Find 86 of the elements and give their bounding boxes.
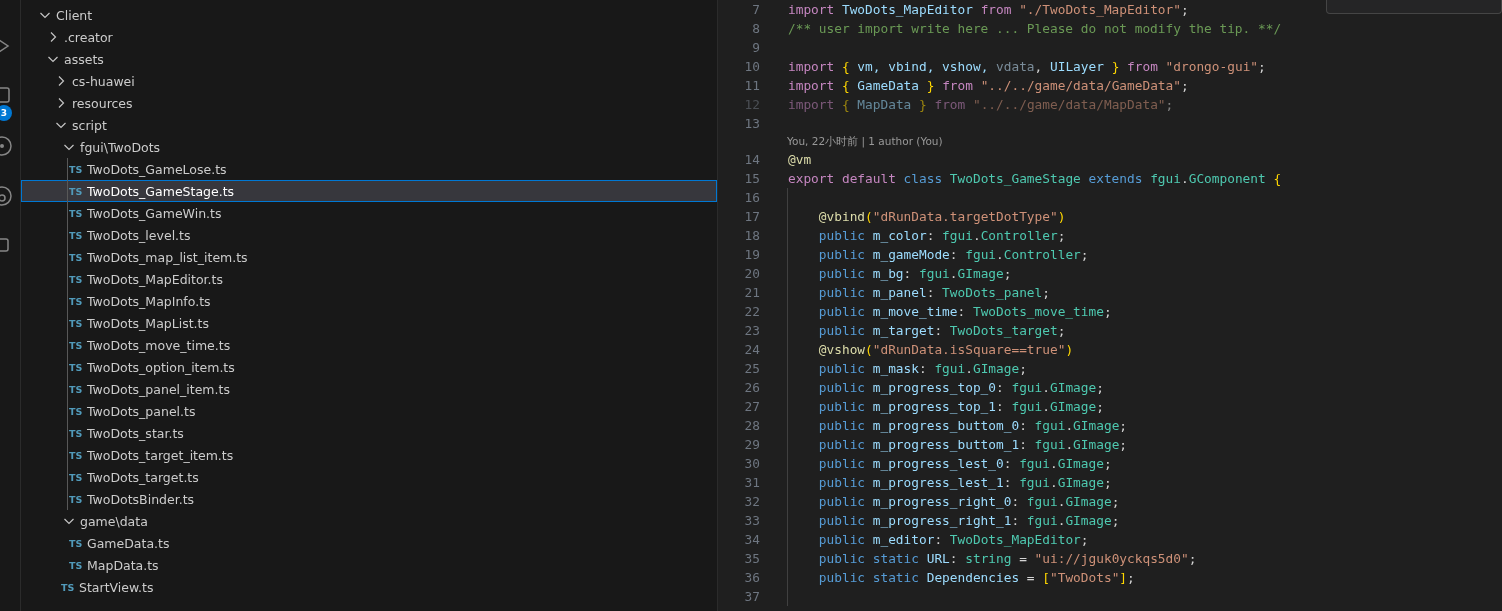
code-line: public m_progress_right_0: fgui.GImage;	[817, 494, 1120, 509]
code-line: public m_move_time: TwoDots_move_time;	[817, 304, 1112, 319]
line-number: 26	[743, 380, 760, 395]
folder-item[interactable]: resources	[21, 92, 717, 114]
file-item[interactable]: TS MapData.ts	[21, 554, 717, 576]
line-number: 17	[743, 209, 760, 224]
line-number: 18	[743, 228, 760, 243]
code-line: public static Dependencies = ["TwoDots"];	[817, 570, 1135, 585]
file-item[interactable]: TS TwoDotsBinder.ts	[21, 488, 717, 510]
code-line: /** user import write here ... Please do not modify the tip. **/	[788, 21, 1282, 36]
line-number: 27	[743, 399, 760, 414]
code-line: public m_mask: fgui.GImage;	[817, 361, 1027, 376]
code-line: public m_target: TwoDots_target;	[817, 323, 1066, 338]
line-number: 33	[743, 513, 760, 528]
file-item[interactable]: TS TwoDots_map_list_item.ts	[21, 246, 717, 268]
file-item[interactable]: TS TwoDots_option_item.ts	[21, 356, 717, 378]
line-number: 35	[743, 551, 760, 566]
code-line: public m_progress_top_1: fgui.GImage;	[817, 399, 1104, 414]
line-number: 24	[743, 342, 760, 357]
file-item[interactable]: TS TwoDots_MapEditor.ts	[21, 268, 717, 290]
file-item[interactable]: TS TwoDots_panel_item.ts	[21, 378, 717, 400]
folder-item[interactable]: script	[21, 114, 717, 136]
folder-item[interactable]: fgui\TwoDots	[21, 136, 717, 158]
folder-item[interactable]: game\data	[21, 510, 717, 532]
code-lens[interactable]: You, 22小时前 | 1 author (You)	[718, 133, 1502, 150]
line-number: 13	[743, 116, 760, 131]
line-number: 15	[743, 171, 760, 186]
line-number: 29	[743, 437, 760, 452]
notification-badge: 3	[0, 105, 12, 121]
file-item[interactable]: TS TwoDots_MapInfo.ts	[21, 290, 717, 312]
code-line: @vshow("dRunData.isSquare==true")	[817, 342, 1074, 357]
file-item[interactable]: TS TwoDots_move_time.ts	[21, 334, 717, 356]
file-item[interactable]: TS TwoDots_target.ts	[21, 466, 717, 488]
file-item[interactable]: TS TwoDots_star.ts	[21, 422, 717, 444]
code-line: public m_progress_buttom_0: fgui.GImage;	[817, 418, 1128, 433]
code-line: public m_color: fgui.Controller;	[817, 228, 1066, 243]
line-number: 37	[743, 589, 760, 604]
folder-item[interactable]: assets	[21, 48, 717, 70]
file-item[interactable]: TS TwoDots_MapList.ts	[21, 312, 717, 334]
line-number: 16	[743, 190, 760, 205]
code-line: public m_panel: TwoDots_panel;	[817, 285, 1050, 300]
code-line: import { MapData } from "../../game/data/MapData";	[788, 97, 1174, 112]
code-line: public m_editor: TwoDots_MapEditor;	[817, 532, 1089, 547]
line-number: 34	[743, 532, 760, 547]
file-item[interactable]: TS TwoDots_panel.ts	[21, 400, 717, 422]
code-line: public m_progress_buttom_1: fgui.GImage;	[817, 437, 1128, 452]
line-number: 11	[743, 78, 760, 93]
line-number: 28	[743, 418, 760, 433]
code-line: @vm	[788, 152, 812, 167]
file-item[interactable]: TS GameData.ts	[21, 532, 717, 554]
line-number: 9	[751, 40, 760, 55]
code-line: public m_progress_lest_1: fgui.GImage;	[817, 475, 1112, 490]
line-number: 7	[751, 2, 760, 17]
folder-item[interactable]: Client	[21, 4, 717, 26]
file-item[interactable]: TS TwoDots_level.ts	[21, 224, 717, 246]
line-number: 23	[743, 323, 760, 338]
file-item[interactable]: TS TwoDots_GameWin.ts	[21, 202, 717, 224]
line-number: 8	[751, 21, 760, 36]
line-number: 10	[743, 59, 760, 74]
line-number: 30	[743, 456, 760, 471]
line-number: 20	[743, 266, 760, 281]
line-number: 19	[743, 247, 760, 262]
line-number: 36	[743, 570, 760, 585]
code-line: public m_progress_lest_0: fgui.GImage;	[817, 456, 1112, 471]
folder-item[interactable]: cs-huawei	[21, 70, 717, 92]
code-line: import { GameData } from "../../game/data/GameData";	[788, 78, 1189, 93]
line-number: 25	[743, 361, 760, 376]
code-line: public m_progress_right_1: fgui.GImage;	[817, 513, 1120, 528]
line-number: 22	[743, 304, 760, 319]
line-number: 21	[743, 285, 760, 300]
code-line: import { vm, vbind, vshow, vdata, UILayer } from "drongo-gui";	[788, 59, 1266, 74]
code-line: public m_progress_top_0: fgui.GImage;	[817, 380, 1104, 395]
code-line: import TwoDots_MapEditor from "./TwoDots_MapEditor";	[788, 2, 1189, 17]
folder-item[interactable]: .creator	[21, 26, 717, 48]
file-item[interactable]: TS TwoDots_target_item.ts	[21, 444, 717, 466]
code-line: public m_gameMode: fgui.Controller;	[817, 247, 1089, 262]
code-line: @vbind("dRunData.targetDotType")	[817, 209, 1066, 224]
file-item[interactable]: TS TwoDots_GameLose.ts	[21, 158, 717, 180]
code-line: public m_bg: fgui.GImage;	[817, 266, 1012, 281]
line-number: 32	[743, 494, 760, 509]
file-item[interactable]: TS StartView.ts	[21, 576, 717, 598]
code-line: public static URL: string = "ui://jguk0yckqs5d0";	[817, 551, 1197, 566]
file-item[interactable]: TS TwoDots_GameStage.ts	[21, 180, 717, 202]
code-line: export default class TwoDots_GameStage extends fgui.GComponent {	[788, 171, 1282, 186]
line-number: 31	[743, 475, 760, 490]
line-number: 14	[743, 152, 760, 167]
